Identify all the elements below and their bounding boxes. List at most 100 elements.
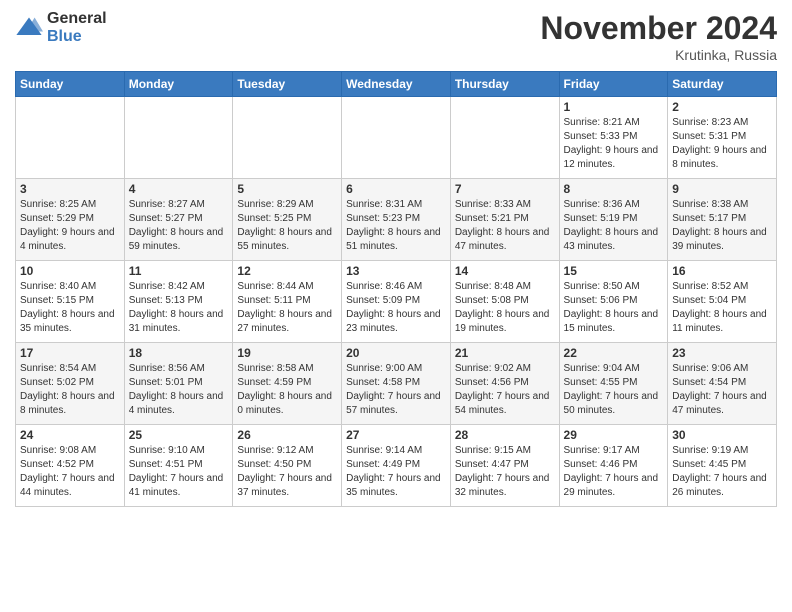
day-info: Sunrise: 8:46 AMSunset: 5:09 PMDaylight:… xyxy=(346,280,446,336)
table-row: 28 Sunrise: 9:15 AMSunset: 4:47 PMDayligh… xyxy=(450,425,559,507)
day-number: 6 xyxy=(346,182,446,196)
day-number: 22 xyxy=(564,346,664,360)
day-info: Sunrise: 9:15 AMSunset: 4:47 PMDaylight:… xyxy=(455,444,555,500)
day-info: Sunrise: 9:12 AMSunset: 4:50 PMDaylight:… xyxy=(237,444,337,500)
col-friday: Friday xyxy=(559,72,668,97)
day-number: 14 xyxy=(455,264,555,278)
day-number: 7 xyxy=(455,182,555,196)
day-number: 1 xyxy=(564,100,664,114)
day-number: 13 xyxy=(346,264,446,278)
calendar-week-4: 24 Sunrise: 9:08 AMSunset: 4:52 PMDayligh… xyxy=(16,425,777,507)
table-row: 7 Sunrise: 8:33 AMSunset: 5:21 PMDaylight… xyxy=(450,179,559,261)
day-number: 11 xyxy=(129,264,229,278)
col-tuesday: Tuesday xyxy=(233,72,342,97)
header: General Blue November 2024 Krutinka, Rus… xyxy=(15,10,777,63)
day-info: Sunrise: 8:56 AMSunset: 5:01 PMDaylight:… xyxy=(129,362,229,418)
table-row: 13 Sunrise: 8:46 AMSunset: 5:09 PMDayligh… xyxy=(342,261,451,343)
table-row: 8 Sunrise: 8:36 AMSunset: 5:19 PMDaylight… xyxy=(559,179,668,261)
day-info: Sunrise: 8:44 AMSunset: 5:11 PMDaylight:… xyxy=(237,280,337,336)
col-sunday: Sunday xyxy=(16,72,125,97)
day-number: 25 xyxy=(129,428,229,442)
title-block: November 2024 Krutinka, Russia xyxy=(540,10,777,63)
day-number: 28 xyxy=(455,428,555,442)
day-info: Sunrise: 9:00 AMSunset: 4:58 PMDaylight:… xyxy=(346,362,446,418)
day-number: 5 xyxy=(237,182,337,196)
day-info: Sunrise: 9:06 AMSunset: 4:54 PMDaylight:… xyxy=(672,362,772,418)
day-number: 9 xyxy=(672,182,772,196)
table-row xyxy=(342,97,451,179)
day-info: Sunrise: 9:17 AMSunset: 4:46 PMDaylight:… xyxy=(564,444,664,500)
day-info: Sunrise: 8:31 AMSunset: 5:23 PMDaylight:… xyxy=(346,198,446,254)
table-row: 27 Sunrise: 9:14 AMSunset: 4:49 PMDayligh… xyxy=(342,425,451,507)
logo: General Blue xyxy=(15,10,107,45)
table-row: 23Sunrise: 9:06 AMSunset: 4:54 PMDayligh… xyxy=(668,343,777,425)
table-row: 9 Sunrise: 8:38 AMSunset: 5:17 PMDaylight… xyxy=(668,179,777,261)
table-row xyxy=(233,97,342,179)
logo-icon xyxy=(15,14,43,42)
col-thursday: Thursday xyxy=(450,72,559,97)
logo-blue-text: Blue xyxy=(47,28,107,46)
day-info: Sunrise: 9:10 AMSunset: 4:51 PMDaylight:… xyxy=(129,444,229,500)
day-info: Sunrise: 8:27 AMSunset: 5:27 PMDaylight:… xyxy=(129,198,229,254)
day-info: Sunrise: 9:02 AMSunset: 4:56 PMDaylight:… xyxy=(455,362,555,418)
table-row: 18 Sunrise: 8:56 AMSunset: 5:01 PMDayligh… xyxy=(124,343,233,425)
day-number: 27 xyxy=(346,428,446,442)
day-number: 29 xyxy=(564,428,664,442)
day-number: 10 xyxy=(20,264,120,278)
table-row: 12 Sunrise: 8:44 AMSunset: 5:11 PMDayligh… xyxy=(233,261,342,343)
table-row: 22 Sunrise: 9:04 AMSunset: 4:55 PMDayligh… xyxy=(559,343,668,425)
day-number: 2 xyxy=(672,100,772,114)
day-info: Sunrise: 8:29 AMSunset: 5:25 PMDaylight:… xyxy=(237,198,337,254)
table-row: 1 Sunrise: 8:21 AMSunset: 5:33 PMDaylight… xyxy=(559,97,668,179)
calendar-week-3: 17 Sunrise: 8:54 AMSunset: 5:02 PMDayligh… xyxy=(16,343,777,425)
month-title: November 2024 xyxy=(540,10,777,47)
day-info: Sunrise: 8:38 AMSunset: 5:17 PMDaylight:… xyxy=(672,198,772,254)
calendar-week-2: 10Sunrise: 8:40 AMSunset: 5:15 PMDayligh… xyxy=(16,261,777,343)
day-info: Sunrise: 9:19 AMSunset: 4:45 PMDaylight:… xyxy=(672,444,772,500)
table-row: 19Sunrise: 8:58 AMSunset: 4:59 PMDayligh… xyxy=(233,343,342,425)
table-row: 11Sunrise: 8:42 AMSunset: 5:13 PMDayligh… xyxy=(124,261,233,343)
day-number: 17 xyxy=(20,346,120,360)
day-number: 26 xyxy=(237,428,337,442)
table-row: 21 Sunrise: 9:02 AMSunset: 4:56 PMDayligh… xyxy=(450,343,559,425)
table-row: 30Sunrise: 9:19 AMSunset: 4:45 PMDayligh… xyxy=(668,425,777,507)
day-info: Sunrise: 8:25 AMSunset: 5:29 PMDaylight:… xyxy=(20,198,120,254)
table-row xyxy=(450,97,559,179)
table-row: 14 Sunrise: 8:48 AMSunset: 5:08 PMDayligh… xyxy=(450,261,559,343)
table-row: 4 Sunrise: 8:27 AMSunset: 5:27 PMDaylight… xyxy=(124,179,233,261)
day-number: 24 xyxy=(20,428,120,442)
day-number: 20 xyxy=(346,346,446,360)
day-info: Sunrise: 8:21 AMSunset: 5:33 PMDaylight:… xyxy=(564,116,664,172)
day-info: Sunrise: 8:50 AMSunset: 5:06 PMDaylight:… xyxy=(564,280,664,336)
table-row xyxy=(16,97,125,179)
col-monday: Monday xyxy=(124,72,233,97)
day-info: Sunrise: 8:54 AMSunset: 5:02 PMDaylight:… xyxy=(20,362,120,418)
table-row: 5 Sunrise: 8:29 AMSunset: 5:25 PMDaylight… xyxy=(233,179,342,261)
day-info: Sunrise: 9:14 AMSunset: 4:49 PMDaylight:… xyxy=(346,444,446,500)
day-number: 8 xyxy=(564,182,664,196)
day-number: 19 xyxy=(237,346,337,360)
table-row: 26 Sunrise: 9:12 AMSunset: 4:50 PMDayligh… xyxy=(233,425,342,507)
day-info: Sunrise: 9:08 AMSunset: 4:52 PMDaylight:… xyxy=(20,444,120,500)
day-number: 16 xyxy=(672,264,772,278)
day-info: Sunrise: 9:04 AMSunset: 4:55 PMDaylight:… xyxy=(564,362,664,418)
day-number: 4 xyxy=(129,182,229,196)
table-row: 20 Sunrise: 9:00 AMSunset: 4:58 PMDayligh… xyxy=(342,343,451,425)
day-number: 15 xyxy=(564,264,664,278)
table-row: 17 Sunrise: 8:54 AMSunset: 5:02 PMDayligh… xyxy=(16,343,125,425)
day-number: 3 xyxy=(20,182,120,196)
day-number: 21 xyxy=(455,346,555,360)
table-row: 16Sunrise: 8:52 AMSunset: 5:04 PMDayligh… xyxy=(668,261,777,343)
table-row: 6 Sunrise: 8:31 AMSunset: 5:23 PMDaylight… xyxy=(342,179,451,261)
table-row: 3 Sunrise: 8:25 AMSunset: 5:29 PMDaylight… xyxy=(16,179,125,261)
table-row xyxy=(124,97,233,179)
calendar-table: Sunday Monday Tuesday Wednesday Thursday… xyxy=(15,71,777,507)
day-info: Sunrise: 8:33 AMSunset: 5:21 PMDaylight:… xyxy=(455,198,555,254)
day-number: 18 xyxy=(129,346,229,360)
day-info: Sunrise: 8:36 AMSunset: 5:19 PMDaylight:… xyxy=(564,198,664,254)
location-subtitle: Krutinka, Russia xyxy=(540,47,777,63)
day-number: 12 xyxy=(237,264,337,278)
logo-general-text: General xyxy=(47,10,107,28)
day-info: Sunrise: 8:48 AMSunset: 5:08 PMDaylight:… xyxy=(455,280,555,336)
header-row: Sunday Monday Tuesday Wednesday Thursday… xyxy=(16,72,777,97)
